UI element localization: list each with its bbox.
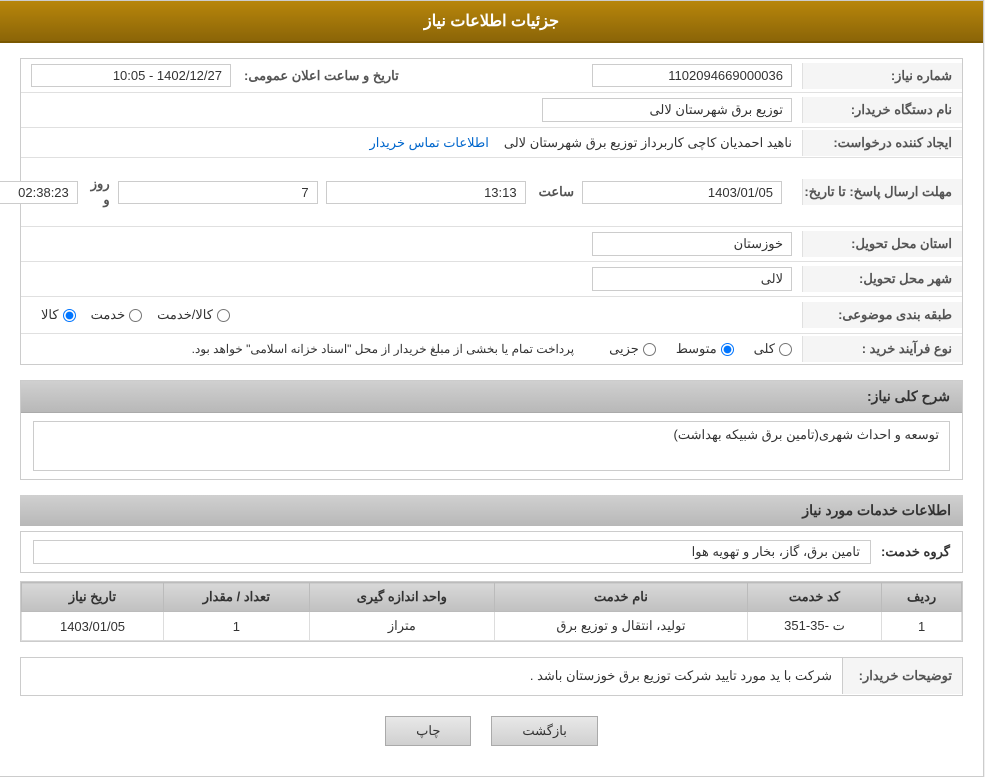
- category-label: طبقه بندی موضوعی:: [803, 302, 963, 328]
- response-deadline-value: 1403/01/05 ساعت 13:13 7 روز و 02:38:23 س…: [0, 158, 803, 226]
- response-days-label: روز و: [92, 176, 111, 208]
- purchase-radio-jozi[interactable]: جزیی: [610, 341, 657, 357]
- radio-kala-label: کالا: [42, 307, 60, 323]
- purchase-note: پرداخت تمام یا بخشی از مبلغ خریدار از مح…: [193, 342, 576, 356]
- buyer-name-box: توزیع برق شهرستان لالی: [543, 98, 793, 122]
- services-table-wrapper: ردیف کد خدمت نام خدمت واحد اندازه گیری ت…: [21, 581, 964, 642]
- services-section-header: اطلاعات خدمات مورد نیاز: [21, 495, 964, 526]
- cell-quantity: 1: [165, 612, 311, 641]
- category-radio-kala-khidmat[interactable]: کالا/خدمت: [158, 307, 231, 323]
- service-group-row: گروه خدمت: تامین برق، گاز، بخار و تهویه …: [21, 531, 964, 573]
- cell-row-num: 1: [883, 612, 963, 641]
- page-title: جزئیات اطلاعات نیاز: [425, 13, 560, 30]
- col-date: تاریخ نیاز: [23, 583, 165, 612]
- cell-unit: متراز: [310, 612, 495, 641]
- province-box: خوزستان: [593, 232, 793, 256]
- services-title: اطلاعات خدمات مورد نیاز: [803, 502, 952, 518]
- radio-kala-khidmat-label: کالا/خدمت: [158, 307, 214, 323]
- announce-date-value: 1402/12/27 - 10:05: [32, 64, 232, 87]
- col-service-name: نام خدمت: [496, 583, 749, 612]
- contact-info-link[interactable]: اطلاعات تماس خریدار: [370, 135, 489, 151]
- response-remaining-box: 02:38:23: [0, 181, 79, 204]
- page-header: جزئیات اطلاعات نیاز: [1, 1, 984, 43]
- need-number-box: 1102094669000036: [593, 64, 793, 87]
- col-row-num: ردیف: [883, 583, 963, 612]
- buyer-desc-label: توضیحات خریدار:: [843, 658, 963, 694]
- radio-mutawaset-input[interactable]: [722, 343, 735, 356]
- services-section: اطلاعات خدمات مورد نیاز گروه خدمت: تامین…: [21, 495, 964, 642]
- back-button[interactable]: بازگشت: [492, 716, 598, 746]
- category-value: کالا/خدمت خدمت کالا: [22, 297, 803, 333]
- description-section-header: شرح کلی نیاز:: [22, 381, 963, 413]
- cell-date: 1403/01/05: [23, 612, 165, 641]
- category-row: طبقه بندی موضوعی: کالا/خدمت خدمت: [22, 297, 963, 334]
- cell-service-code: ت -35-351: [748, 612, 882, 641]
- radio-kala-input[interactable]: [64, 309, 77, 322]
- response-time-box: 13:13: [327, 181, 527, 204]
- col-quantity: تعداد / مقدار: [165, 583, 311, 612]
- radio-khidmat-input[interactable]: [130, 309, 143, 322]
- announce-date-area: تاریخ و ساعت اعلان عمومی: 1402/12/27 - 1…: [22, 64, 410, 87]
- radio-mutawaset-label: متوسط: [677, 341, 718, 357]
- buyer-name-value: توزیع برق شهرستان لالی: [22, 93, 803, 127]
- radio-koli-input[interactable]: [780, 343, 793, 356]
- service-group-value: تامین برق، گاز، بخار و تهویه هوا: [34, 540, 872, 564]
- description-text: توسعه و احداث شهری(تامین برق شبیکه بهداش…: [34, 421, 951, 471]
- radio-khidmat-label: خدمت: [92, 307, 127, 323]
- radio-jozi-input[interactable]: [644, 343, 657, 356]
- purchase-type-row: نوع فرآیند خرید : کلی متوسط: [22, 334, 963, 364]
- purchase-type-label: نوع فرآیند خرید :: [803, 336, 963, 362]
- need-number-row: شماره نیاز: 1102094669000036 تاریخ و ساع…: [22, 59, 963, 93]
- table-header-row: ردیف کد خدمت نام خدمت واحد اندازه گیری ت…: [23, 583, 963, 612]
- radio-koli-label: کلی: [755, 341, 776, 357]
- province-label: استان محل تحویل:: [803, 231, 963, 257]
- radio-kala-khidmat-input[interactable]: [218, 309, 231, 322]
- city-row: شهر محل تحویل: لالی: [22, 262, 963, 297]
- buyer-desc-text: شرکت با ید مورد تایید شرکت توزیع برق خوز…: [22, 658, 843, 695]
- buyer-description-section: توضیحات خریدار: شرکت با ید مورد تایید شر…: [21, 657, 964, 696]
- purchase-radio-koli[interactable]: کلی: [755, 341, 793, 357]
- response-time-label: ساعت: [540, 184, 575, 200]
- response-days-box: 7: [119, 181, 319, 204]
- radio-jozi-label: جزیی: [610, 341, 640, 357]
- city-box: لالی: [593, 267, 793, 291]
- purchase-type-value: کلی متوسط جزیی پرداخت تمام یا بخشی از مب…: [22, 336, 803, 362]
- buyer-name-row: نام دستگاه خریدار: توزیع برق شهرستان لال…: [22, 93, 963, 128]
- city-label: شهر محل تحویل:: [803, 266, 963, 292]
- description-section: شرح کلی نیاز: توسعه و احداث شهری(تامین ب…: [21, 380, 964, 480]
- description-header-label: شرح کلی نیاز:: [868, 388, 951, 404]
- service-group-label: گروه خدمت:: [882, 544, 951, 560]
- services-table: ردیف کد خدمت نام خدمت واحد اندازه گیری ت…: [22, 582, 963, 641]
- creator-value: ناهید احمدیان کاچی کاربرداز توزیع برق شه…: [22, 130, 803, 156]
- category-radio-kala[interactable]: کالا: [42, 307, 77, 323]
- response-deadline-label: مهلت ارسال پاسخ: تا تاریخ:: [803, 179, 963, 205]
- response-deadline-row: مهلت ارسال پاسخ: تا تاریخ: 1403/01/05 سا…: [22, 158, 963, 227]
- buyer-name-label: نام دستگاه خریدار:: [803, 97, 963, 123]
- main-info-section: شماره نیاز: 1102094669000036 تاریخ و ساع…: [21, 58, 964, 365]
- purchase-radio-mutawaset[interactable]: متوسط: [677, 341, 735, 357]
- category-radio-group: کالا/خدمت خدمت کالا: [32, 302, 793, 328]
- need-number-value: 1102094669000036: [410, 59, 803, 92]
- response-date-box: 1403/01/05: [583, 181, 783, 204]
- description-content: توسعه و احداث شهری(تامین برق شبیکه بهداش…: [22, 413, 963, 479]
- city-value: لالی: [22, 262, 803, 296]
- creator-row: ایجاد کننده درخواست: ناهید احمدیان کاچی …: [22, 128, 963, 158]
- purchase-type-options: کلی متوسط جزیی پرداخت تمام یا بخشی از مب…: [32, 341, 793, 357]
- col-service-code: کد خدمت: [748, 583, 882, 612]
- need-number-label: شماره نیاز:: [803, 63, 963, 89]
- action-buttons-row: بازگشت چاپ: [21, 716, 964, 746]
- print-button[interactable]: چاپ: [386, 716, 472, 746]
- category-radio-khidmat[interactable]: خدمت: [92, 307, 144, 323]
- col-unit: واحد اندازه گیری: [310, 583, 495, 612]
- cell-service-name: تولید، انتقال و توزیع برق: [496, 612, 749, 641]
- province-value: خوزستان: [22, 227, 803, 261]
- table-row: 1 ت -35-351 تولید، انتقال و توزیع برق مت…: [23, 612, 963, 641]
- creator-label: ایجاد کننده درخواست:: [803, 130, 963, 156]
- date-time-row: 1403/01/05 ساعت 13:13 7 روز و 02:38:23 س…: [0, 163, 793, 221]
- province-row: استان محل تحویل: خوزستان: [22, 227, 963, 262]
- creator-text: ناهید احمدیان کاچی کاربرداز توزیع برق شه…: [505, 135, 793, 151]
- announce-date-label: تاریخ و ساعت اعلان عمومی:: [245, 68, 400, 84]
